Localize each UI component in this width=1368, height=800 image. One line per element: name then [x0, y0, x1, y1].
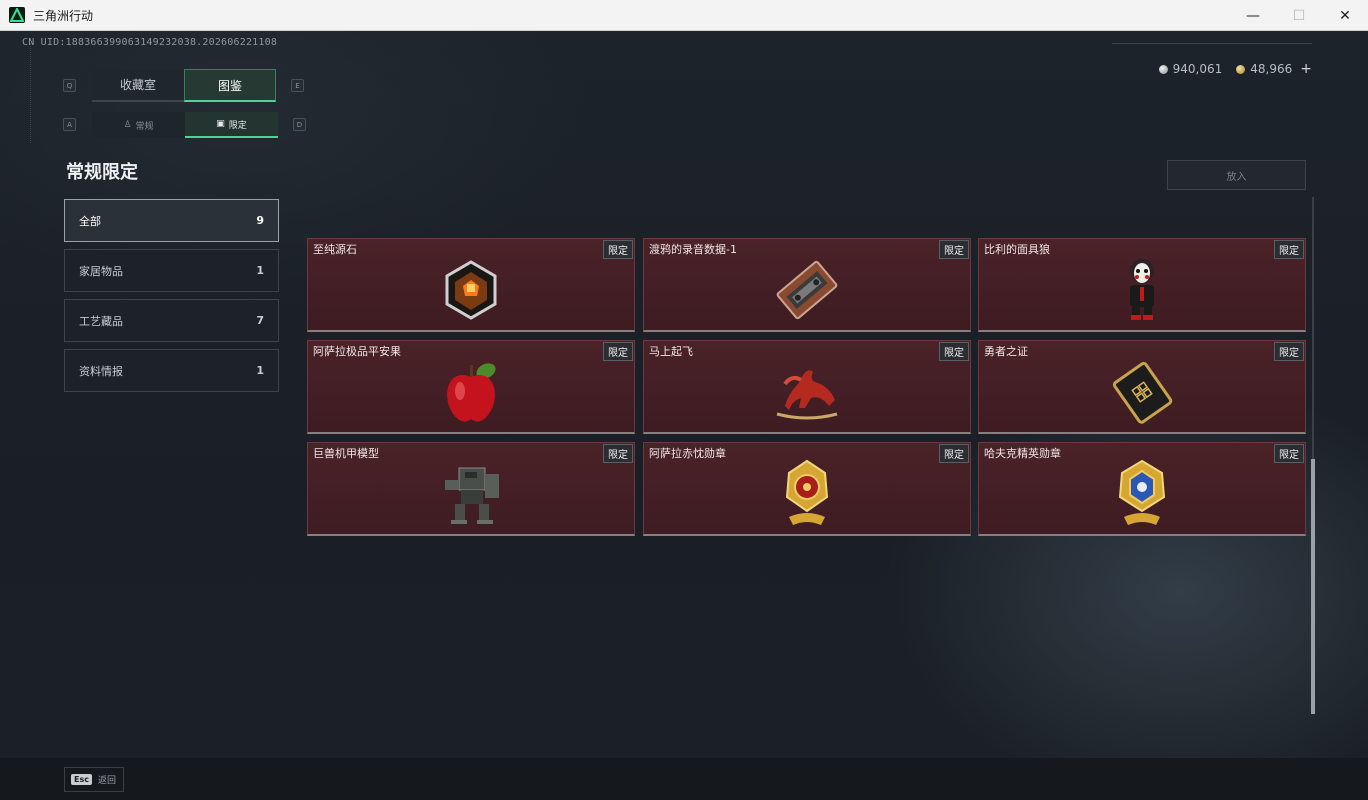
- window-title: 三角洲行动: [33, 8, 94, 23]
- limited-badge: 限定: [939, 240, 969, 259]
- card-icon: [1104, 355, 1180, 429]
- figure-icon: ♙: [123, 120, 132, 130]
- category-count: 1: [256, 264, 264, 277]
- esc-key-icon: Esc: [71, 774, 92, 785]
- limited-badge: 限定: [939, 342, 969, 361]
- item-card[interactable]: 阿萨拉赤忱勋章 限定: [643, 442, 971, 536]
- category-home-items[interactable]: 家居物品 1: [64, 249, 279, 292]
- tab-limited-label: 限定: [228, 120, 247, 131]
- red-medal-icon: [769, 457, 845, 531]
- put-in-button[interactable]: 放入: [1167, 160, 1306, 190]
- mech-icon: [433, 457, 509, 531]
- key-hint-e: E: [291, 79, 304, 92]
- limited-badge: 限定: [939, 444, 969, 463]
- category-intel[interactable]: 资料情报 1: [64, 349, 279, 392]
- puppet-icon: [1104, 253, 1180, 327]
- tab-codex[interactable]: 图鉴: [184, 69, 276, 102]
- category-all[interactable]: 全部 9: [64, 199, 279, 242]
- item-name: 至纯源石: [313, 243, 357, 256]
- picture-icon: ▣: [216, 119, 225, 129]
- close-button[interactable]: ✕: [1322, 0, 1368, 31]
- item-card[interactable]: 至纯源石 限定: [307, 238, 635, 332]
- scrollbar-thumb[interactable]: [1311, 459, 1315, 714]
- category-count: 1: [256, 364, 264, 377]
- silver-coin-icon: [1158, 64, 1168, 74]
- tab-limited[interactable]: ▣ 限定: [185, 112, 278, 138]
- limited-badge: 限定: [603, 444, 633, 463]
- category-list: 全部 9 家居物品 1 工艺藏品 7 资料情报 1: [64, 199, 279, 399]
- limited-badge: 限定: [1274, 444, 1304, 463]
- category-label: 资料情报: [79, 364, 123, 378]
- category-crafts[interactable]: 工艺藏品 7: [64, 299, 279, 342]
- item-name: 马上起飞: [649, 345, 693, 358]
- item-card[interactable]: 巨兽机甲模型 限定: [307, 442, 635, 536]
- category-label: 工艺藏品: [79, 314, 123, 328]
- limited-badge: 限定: [1274, 240, 1304, 259]
- category-label: 家居物品: [79, 264, 123, 278]
- back-button[interactable]: Esc 返回: [64, 767, 124, 792]
- category-count: 7: [256, 314, 264, 327]
- item-name: 比利的面具狼: [984, 243, 1050, 256]
- decorative-edge: [30, 43, 40, 143]
- limited-badge: 限定: [603, 240, 633, 259]
- add-currency-button[interactable]: +: [1300, 61, 1312, 77]
- item-card[interactable]: 比利的面具狼 限定: [978, 238, 1306, 332]
- limited-badge: 限定: [1274, 342, 1304, 361]
- tab-collection-room[interactable]: 收藏室: [92, 69, 184, 102]
- apple-icon: [433, 355, 509, 429]
- bottom-bar: Esc 返回: [0, 758, 1368, 800]
- currency-gold: 48,966: [1236, 62, 1292, 76]
- gem-icon: [433, 253, 509, 327]
- gold-coin-icon: [1236, 64, 1246, 74]
- item-card[interactable]: 哈夫克精英勋章 限定: [978, 442, 1306, 536]
- item-name: 巨兽机甲模型: [313, 447, 379, 460]
- item-name: 哈夫克精英勋章: [984, 447, 1061, 460]
- item-name: 勇者之证: [984, 345, 1028, 358]
- blue-medal-icon: [1104, 457, 1180, 531]
- category-count: 9: [256, 214, 264, 227]
- minimize-button[interactable]: —: [1230, 0, 1276, 31]
- app-logo-icon: [9, 7, 25, 23]
- header-divider: [1112, 43, 1312, 44]
- key-hint-q: Q: [63, 79, 76, 92]
- maximize-button[interactable]: ☐: [1276, 0, 1322, 31]
- item-card[interactable]: 马上起飞 限定: [643, 340, 971, 434]
- limited-badge: 限定: [603, 342, 633, 361]
- horse-icon: [769, 355, 845, 429]
- back-label: 返回: [97, 776, 116, 786]
- tab-regular[interactable]: ♙ 常规: [92, 112, 185, 138]
- item-card[interactable]: 阿萨拉极品平安果 限定: [307, 340, 635, 434]
- silver-amount: 940,061: [1172, 62, 1223, 76]
- item-card[interactable]: 渡鸦的录音数据-1 限定: [643, 238, 971, 332]
- key-hint-d: D: [293, 118, 306, 131]
- primary-tabs: 收藏室 图鉴: [92, 69, 276, 102]
- game-area: CN UID:1883663990631492320​38.2026062211…: [0, 31, 1368, 800]
- category-label: 全部: [79, 214, 101, 228]
- player-uid: CN UID:1883663990631492320​38.2026062211…: [22, 37, 278, 48]
- currency-bar: 940,061 48,966 +: [1158, 61, 1312, 77]
- secondary-tabs: ♙ 常规 ▣ 限定: [92, 112, 278, 138]
- gold-amount: 48,966: [1250, 62, 1293, 76]
- window-titlebar: 三角洲行动 — ☐ ✕: [0, 0, 1368, 31]
- item-name: 阿萨拉赤忱勋章: [649, 447, 726, 460]
- currency-silver: 940,061: [1158, 62, 1223, 76]
- cassette-icon: [769, 253, 845, 327]
- item-card[interactable]: 勇者之证 限定: [978, 340, 1306, 434]
- section-title: 常规限定: [66, 162, 138, 183]
- tab-regular-label: 常规: [135, 121, 154, 132]
- key-hint-a: A: [63, 118, 76, 131]
- item-name: 渡鸦的录音数据-1: [649, 243, 737, 256]
- item-name: 阿萨拉极品平安果: [313, 345, 401, 358]
